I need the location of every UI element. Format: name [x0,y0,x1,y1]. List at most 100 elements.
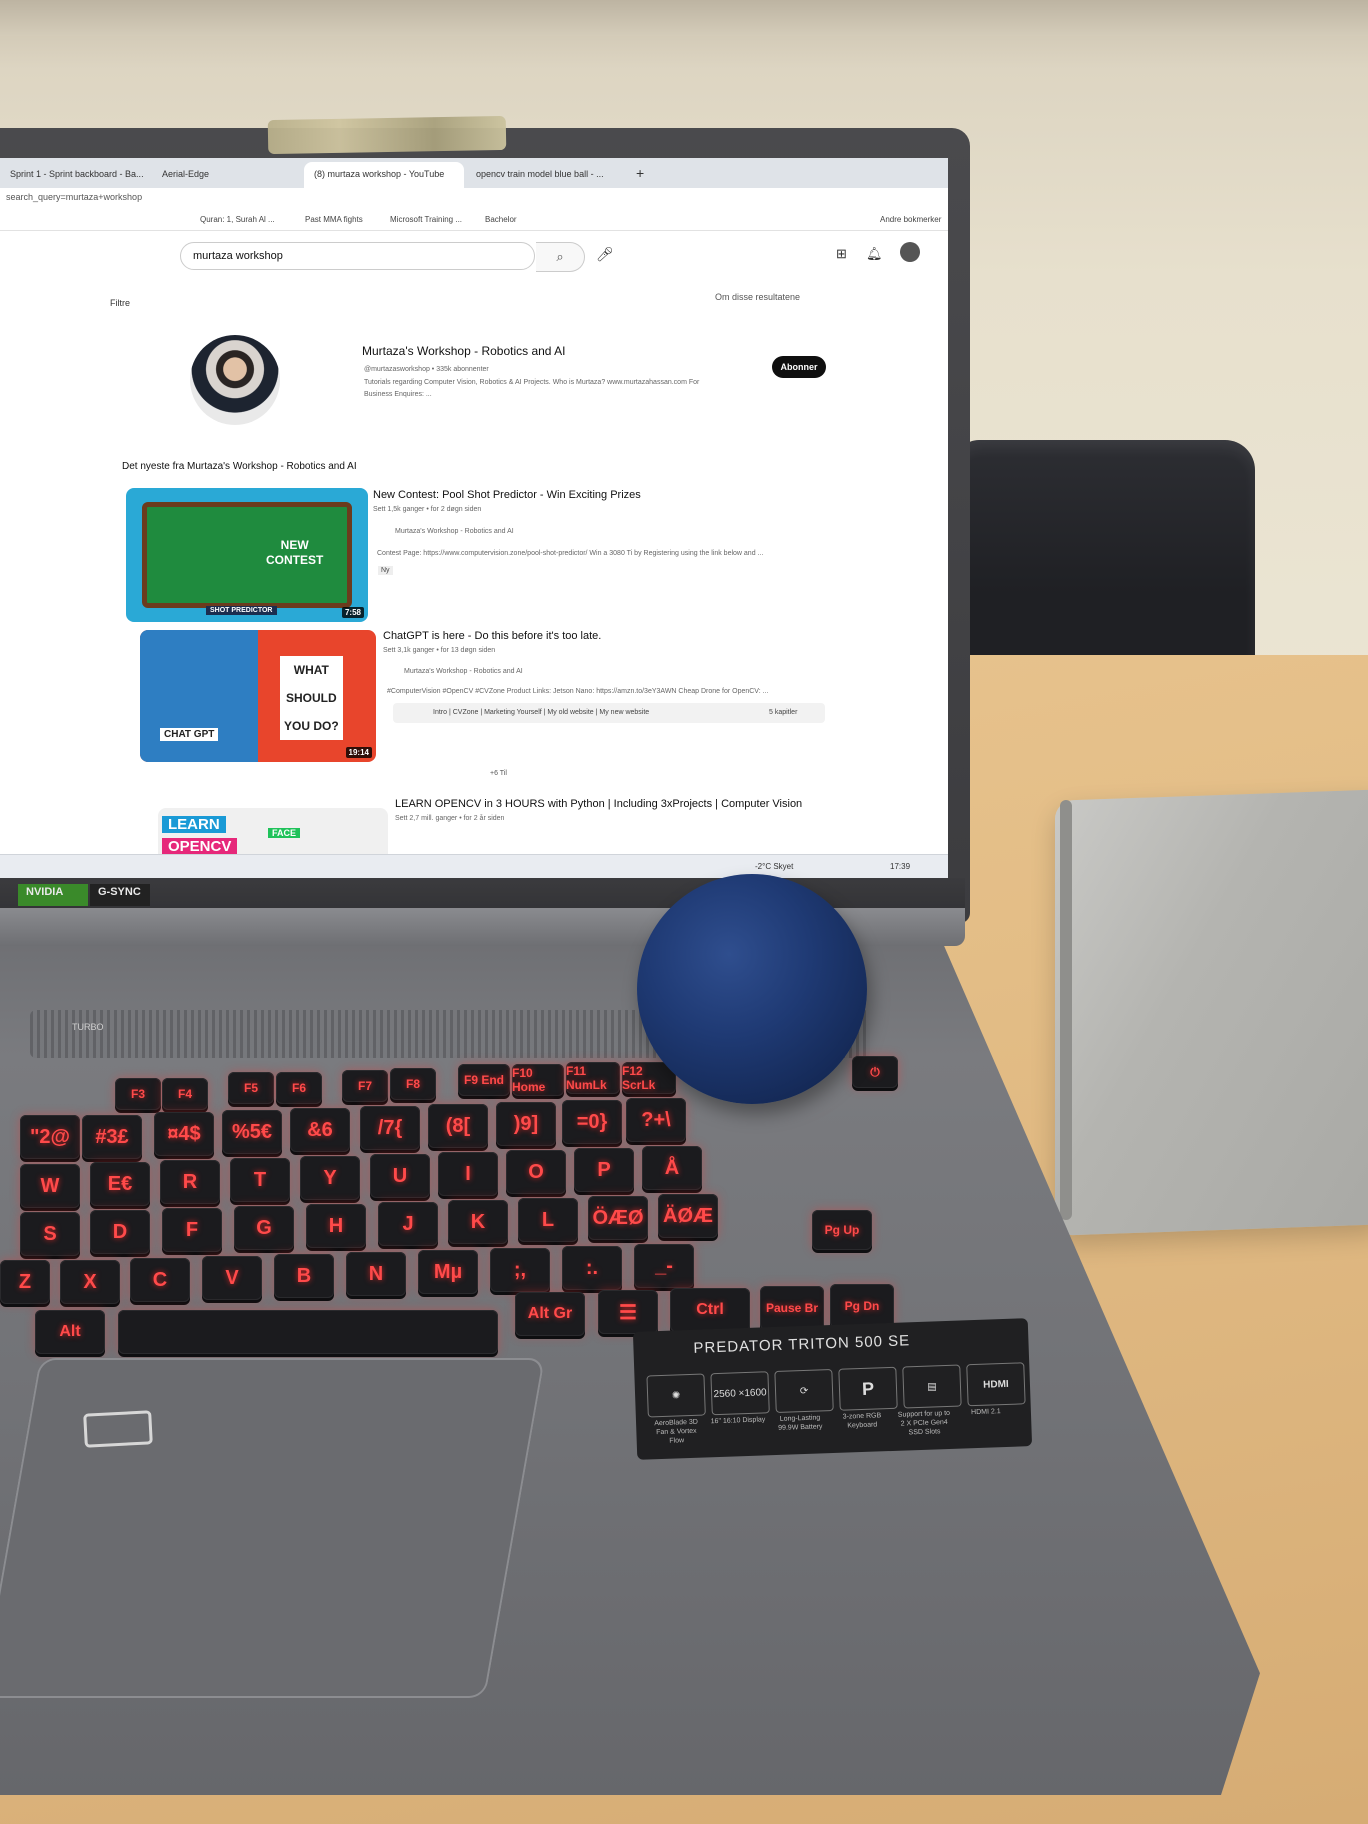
key-f10[interactable]: F10 Home [512,1064,564,1096]
key-c[interactable]: C [130,1258,190,1302]
key-j[interactable]: J [378,1202,438,1246]
key-l[interactable]: L [518,1198,578,1242]
key-comma[interactable]: ;, [490,1248,550,1292]
clock[interactable]: 17:39 [890,862,910,871]
chapters-count[interactable]: 5 kapitler [769,709,797,716]
tab-aerial-edge[interactable]: Aerial-Edge [152,162,302,188]
bookmark-bachelor[interactable]: Bachelor [485,215,517,224]
key-k[interactable]: K [448,1200,508,1244]
key-pgdn[interactable]: Pg Dn [830,1284,894,1328]
tab-sprint[interactable]: Sprint 1 - Sprint backboard - Ba... [0,162,150,188]
bookmark-mma[interactable]: Past MMA fights [305,215,363,224]
key-h[interactable]: H [306,1204,366,1248]
thumb-text-opencv: OPENCV [162,838,238,855]
key-v[interactable]: V [202,1256,262,1300]
key-f6[interactable]: F6 [276,1072,322,1104]
more-videos-button[interactable]: +6 Til [490,770,507,777]
spacebar[interactable] [118,1310,498,1354]
key-p[interactable]: P [574,1148,634,1192]
account-avatar[interactable] [900,242,920,262]
key-w[interactable]: W [20,1164,80,1208]
new-tab-button[interactable]: + [628,162,658,188]
key-f3[interactable]: F3 [115,1078,161,1110]
turbo-label[interactable]: TURBO [72,1022,104,1032]
key-g[interactable]: G [234,1206,294,1250]
key-r[interactable]: R [160,1160,220,1204]
bell-icon[interactable]: 🔔︎ [866,246,883,262]
key-5[interactable]: %5€ [222,1110,282,1154]
key-u[interactable]: U [370,1154,430,1198]
bookmark-ms-training[interactable]: Microsoft Training ... [390,215,462,224]
key-menu[interactable]: ☰ [598,1290,658,1334]
key-f9[interactable]: F9 End [458,1064,510,1096]
key-period[interactable]: :. [562,1246,622,1290]
bookmark-quran[interactable]: Quran: 1, Surah Al ... [200,215,275,224]
key-e[interactable]: E€ [90,1162,150,1206]
key-6[interactable]: &6 [290,1108,350,1152]
key-y[interactable]: Y [300,1156,360,1200]
video-2-title[interactable]: ChatGPT is here - Do this before it's to… [383,630,601,642]
key-8[interactable]: (8[ [428,1104,488,1148]
key-alt[interactable]: Alt [35,1310,105,1354]
key-2[interactable]: "2@ [20,1115,80,1159]
key-s[interactable]: S [20,1212,80,1256]
bookmark-other[interactable]: Andre bokmerker [880,215,941,224]
key-9[interactable]: )9] [496,1102,556,1146]
subscribe-button[interactable]: Abonner [772,356,826,378]
key-plus[interactable]: ?+\ [626,1098,686,1142]
youtube-search-input[interactable]: murtaza workshop [180,242,535,270]
key-oe[interactable]: ÖÆØ [588,1196,648,1240]
chapters-bar[interactable]: Intro | CVZone | Marketing Yourself | My… [393,703,825,723]
video-2-channel[interactable]: Murtaza's Workshop - Robotics and AI [404,668,523,675]
address-bar[interactable]: search_query=murtaza+workshop [0,188,948,210]
video-1-title[interactable]: New Contest: Pool Shot Predictor - Win E… [373,489,641,501]
key-4[interactable]: ¤4$ [154,1112,214,1156]
key-d[interactable]: D [90,1210,150,1254]
search-icon[interactable]: ⌕ [536,242,585,272]
video-1-new-badge: Ny [378,566,393,575]
filter-button[interactable]: Filtre [110,298,130,308]
key-minus[interactable]: _- [634,1244,694,1288]
sticker-label-keyboard: 3-zone RGB Keyboard [842,1412,882,1430]
key-f8[interactable]: F8 [390,1068,436,1100]
video-3-title[interactable]: LEARN OPENCV in 3 HOURS with Python | In… [395,798,802,810]
channel-name[interactable]: Murtaza's Workshop - Robotics and AI [362,344,566,358]
weather-widget[interactable]: -2°C Skyet [755,862,793,871]
microphone-icon[interactable]: 🎤︎ [596,246,614,263]
key-f5[interactable]: F5 [228,1072,274,1104]
key-altgr[interactable]: Alt Gr [515,1292,585,1336]
about-results[interactable]: Om disse resultatene [715,292,800,302]
tab-youtube[interactable]: (8) murtaza workshop - YouTube [304,162,464,188]
key-ae[interactable]: ÄØÆ [658,1194,718,1238]
fingerprint-reader[interactable] [83,1410,153,1448]
key-f7[interactable]: F7 [342,1070,388,1102]
key-ctrl[interactable]: Ctrl [670,1288,750,1332]
key-x[interactable]: X [60,1260,120,1304]
key-z[interactable]: Z [0,1260,50,1304]
key-3[interactable]: #3£ [82,1115,142,1159]
video-1-channel[interactable]: Murtaza's Workshop - Robotics and AI [395,528,514,535]
channel-avatar[interactable] [190,335,280,425]
key-i[interactable]: I [438,1152,498,1196]
key-o[interactable]: O [506,1150,566,1194]
key-t[interactable]: T [230,1158,290,1202]
key-pause[interactable]: Pause Br [760,1286,824,1330]
key-aa[interactable]: Å [642,1146,702,1190]
section-title: Det nyeste fra Murtaza's Workshop - Robo… [122,461,357,472]
key-f4[interactable]: F4 [162,1078,208,1110]
key-n[interactable]: N [346,1252,406,1296]
touchpad[interactable] [0,1358,545,1698]
power-key[interactable]: ⏻ [852,1056,898,1088]
key-f11[interactable]: F11 NumLk [566,1062,620,1094]
create-icon[interactable]: ⊞ [836,246,847,262]
key-pgup[interactable]: Pg Up [812,1210,872,1250]
key-7[interactable]: /7{ [360,1106,420,1150]
video-1-thumbnail[interactable]: NEW CONTEST SHOT PREDICTOR 7:58 [126,488,368,622]
tab-google-search[interactable]: opencv train model blue ball - ... [466,162,626,188]
gsync-badge: G-SYNC [90,884,150,906]
key-0[interactable]: =0} [562,1100,622,1144]
video-2-thumbnail[interactable]: WHAT SHOULD YOU DO? CHAT GPT 19:14 [140,630,376,762]
key-f[interactable]: F [162,1208,222,1252]
key-m[interactable]: Mµ [418,1250,478,1294]
key-b[interactable]: B [274,1254,334,1298]
